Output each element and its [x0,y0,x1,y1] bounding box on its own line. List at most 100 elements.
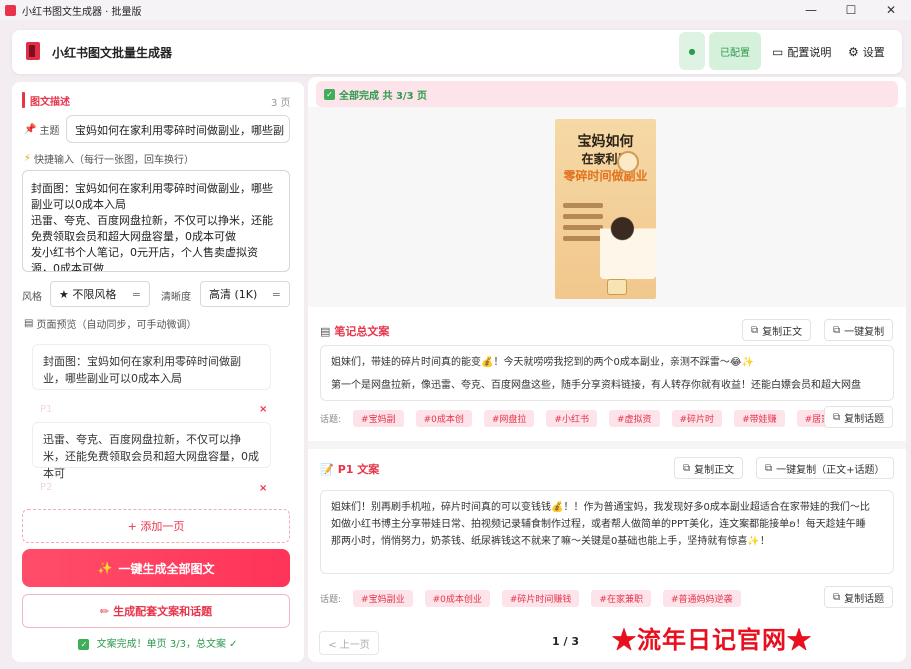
check-icon: ✓ [324,88,335,100]
page-preview-text: 迅雷、夸克、百度网盘拉新，不仅可以挣米，还能免费领取会员和超大网盘容量，0成本可 [43,433,259,480]
copy-icon: ⧉ [751,324,759,336]
quick-line: 免费领取会员和超大网盘容量，0成本可做 [31,230,236,243]
topic-tag[interactable]: #宝妈副 [353,410,404,427]
menu-icon: = [131,287,141,301]
style-select[interactable]: ★ 不限风格 = [50,281,150,307]
doc-icon: ▤ [320,324,331,338]
config-help-button[interactable]: ▭ 配置说明 [772,44,831,60]
summary-text[interactable]: 姐妹们，带娃的碎片时间真的能变💰！今天就唠唠我挖到的两个0成本副业，亲测不踩雷～… [320,345,894,401]
summary-tags: 话题: #宝妈副 #0成本创 #网盘拉 #小红书 #虚拟资 #碎片时 #带娃赚 … [320,410,859,427]
remove-page-icon[interactable]: × [259,483,267,494]
minimize-button[interactable]: — [791,0,831,20]
input-panel: 图文描述 3 页 📌 主题 宝妈如何在家利用零碎时间做副业，哪些副 ⚡ 快捷输入… [12,82,304,662]
add-page-button[interactable]: + 添加一页 [22,509,290,543]
page-preview-box[interactable]: 迅雷、夸克、百度网盘拉新，不仅可以挣米，还能免费领取会员和超大网盘容量，0成本可 [32,422,271,480]
topic-tag[interactable]: #碎片时 [671,410,723,427]
generate-copy-button[interactable]: ✏ 生成配套文案和话题 [22,594,290,628]
quick-input-textarea[interactable]: 封面图：宝妈如何在家利用零碎时间做副业，哪些 副业可以0成本入局 迅雷、夸克、百… [22,170,290,272]
p1-tags: 话题: #宝妈副业 #0成本创业 #碎片时间赚钱 #在家兼职 #普通妈妈逆袭 [320,590,753,607]
p1-text[interactable]: 姐妹们！别再刷手机啦，碎片时间真的可以变钱钱💰！！作为普通宝妈，我发现好多0成本… [320,490,894,574]
topic-tag[interactable]: #带娃赚 [734,410,785,427]
preview-label: 页面预览（自动同步，可手动微调） [36,320,197,331]
pin-icon: 📌 [24,124,37,135]
p1-copy-all-button[interactable]: ⧉ 一键复制（正文+话题） [756,457,894,479]
clarity-value: 高清 (1K) [209,288,258,301]
monitor-icon: ▭ [772,45,784,59]
title-bar: 小红书图文生成器 · 批量版 — ☐ ✕ [0,0,911,20]
page-tag: P2 [40,482,53,493]
divider [308,441,906,449]
quick-line: 副业可以0成本入局 [31,198,126,211]
tags-label: 话题: [320,415,342,425]
copy-icon: ⧉ [765,462,773,474]
check-icon: ✓ [78,639,90,650]
generated-poster[interactable]: 宝妈如何 在家利用 零碎时间做副业 [555,119,656,299]
copy-all-label: 一键复制 [844,326,885,338]
copy-body-button[interactable]: ⧉ 复制正文 [742,319,812,341]
topic-input[interactable]: 宝妈如何在家利用零碎时间做副业，哪些副 [66,115,290,143]
topic-label: 主题 [39,126,60,137]
topic-tag[interactable]: #网盘拉 [483,410,535,427]
p1-card: 📝 P1 文案 ⧉ 复制正文 ⧉ 一键复制（正文+话题） 姐妹们！别再刷手机啦，… [316,451,898,621]
style-value: ★ 不限风格 [59,288,117,301]
summary-line: 第一个是网盘拉新，像迅雷、夸克、百度网盘这些，随手分享资料链接，有人转存你就有收… [331,380,861,391]
page-count: 3 页 [271,98,291,109]
p1-title-row: 📝 P1 文案 [320,461,379,477]
remove-page-icon[interactable]: × [259,404,267,415]
prev-page-button[interactable]: < 上一页 [319,631,379,655]
copy-icon: ⧉ [833,591,841,603]
maximize-button[interactable]: ☐ [831,0,871,20]
p1-copy-tags-label: 复制话题 [844,593,885,605]
poster-line: 在家利用 [581,152,630,166]
gear-icon: ⚙ [848,45,859,59]
tags-label: 话题: [320,595,342,605]
app-header: 小红书图文批量生成器 ● 已配置 ▭ 配置说明 ⚙ 设置 [12,30,902,74]
topic-tag[interactable]: #普通妈妈逆袭 [662,590,741,607]
pencil-icon: ✏ [99,604,110,618]
p1-copy-tags-button[interactable]: ⧉ 复制话题 [824,586,894,608]
clock-illustration [617,151,639,173]
copy-tags-label: 复制话题 [844,413,885,425]
copy-tags-button[interactable]: ⧉ 复制话题 [824,406,894,428]
done-banner: ✓ 全部完成 共 3/3 页 [316,81,898,107]
p1-copy-all-label: 一键复制（正文+话题） [776,464,885,476]
pager: < 上一页 1 / 3 [308,627,906,662]
topic-tag[interactable]: #虚拟资 [608,410,660,427]
done-banner-text: 全部完成 共 3/3 页 [339,90,428,102]
p1-copy-body-label: 复制正文 [694,464,735,476]
generate-all-label: 一键生成全部图文 [118,561,215,576]
topic-tag[interactable]: #宝妈副业 [353,590,413,607]
generate-all-button[interactable]: ✨ 一键生成全部图文 [22,549,290,587]
generation-status: ✓ 文案完成！单页 3/3，总文案 ✓ [12,635,304,650]
lightning-icon: ⚡ [24,153,32,164]
p1-line: 如做小红书博主分享带娃日常、拍视频记录辅食制作过程，或者帮人做简单的PPT美化，… [331,519,866,530]
doc-icon: ▤ [24,318,34,329]
page-preview-box[interactable]: 封面图：宝妈如何在家利用零碎时间做副业，哪些副业可以0成本入局 [32,344,271,390]
generate-copy-label: 生成配套文案和话题 [113,605,213,618]
app-title: 小红书图文批量生成器 [52,46,173,60]
config-help-label: 配置说明 [787,46,832,59]
topic-tag[interactable]: #0成本创 [415,410,472,427]
edit-doc-icon: 📝 [320,462,334,476]
summary-line: 姐妹们，带娃的碎片时间真的能变💰！今天就唠唠我挖到的两个0成本副业，亲测不踩雷～… [331,357,754,368]
topic-tag[interactable]: #在家兼职 [591,590,651,607]
configured-badge: 已配置 [709,32,761,70]
topic-tag[interactable]: #碎片时间赚钱 [501,590,580,607]
close-button[interactable]: ✕ [871,0,911,20]
settings-button[interactable]: ⚙ 设置 [848,44,885,60]
result-panel: ✓ 全部完成 共 3/3 页 宝妈如何 在家利用 零碎时间做副业 ▤ 笔记总文案… [308,77,906,662]
section-marker [22,92,25,108]
p1-copy-body-button[interactable]: ⧉ 复制正文 [674,457,744,479]
copy-all-button[interactable]: ⧉ 一键复制 [824,319,894,341]
p1-title: P1 文案 [337,463,380,476]
piggy-bank-illustration [607,279,627,295]
topic-tag[interactable]: #0成本创业 [424,590,490,607]
quick-input-label: 快捷输入（每行一张图，回车换行） [34,155,195,166]
image-preview-area: 宝妈如何 在家利用 零碎时间做副业 [308,107,906,307]
quick-line: 迅雷、夸克、百度网盘拉新，不仅可以挣米，还能 [31,214,273,227]
style-label: 风格 [22,292,42,303]
page-preview-text: 封面图：宝妈如何在家利用零碎时间做副业，哪些副业可以0成本入局 [43,355,241,385]
clarity-select[interactable]: 高清 (1K) = [200,281,290,307]
copy-icon: ⧉ [833,411,841,423]
topic-tag[interactable]: #小红书 [546,410,597,427]
